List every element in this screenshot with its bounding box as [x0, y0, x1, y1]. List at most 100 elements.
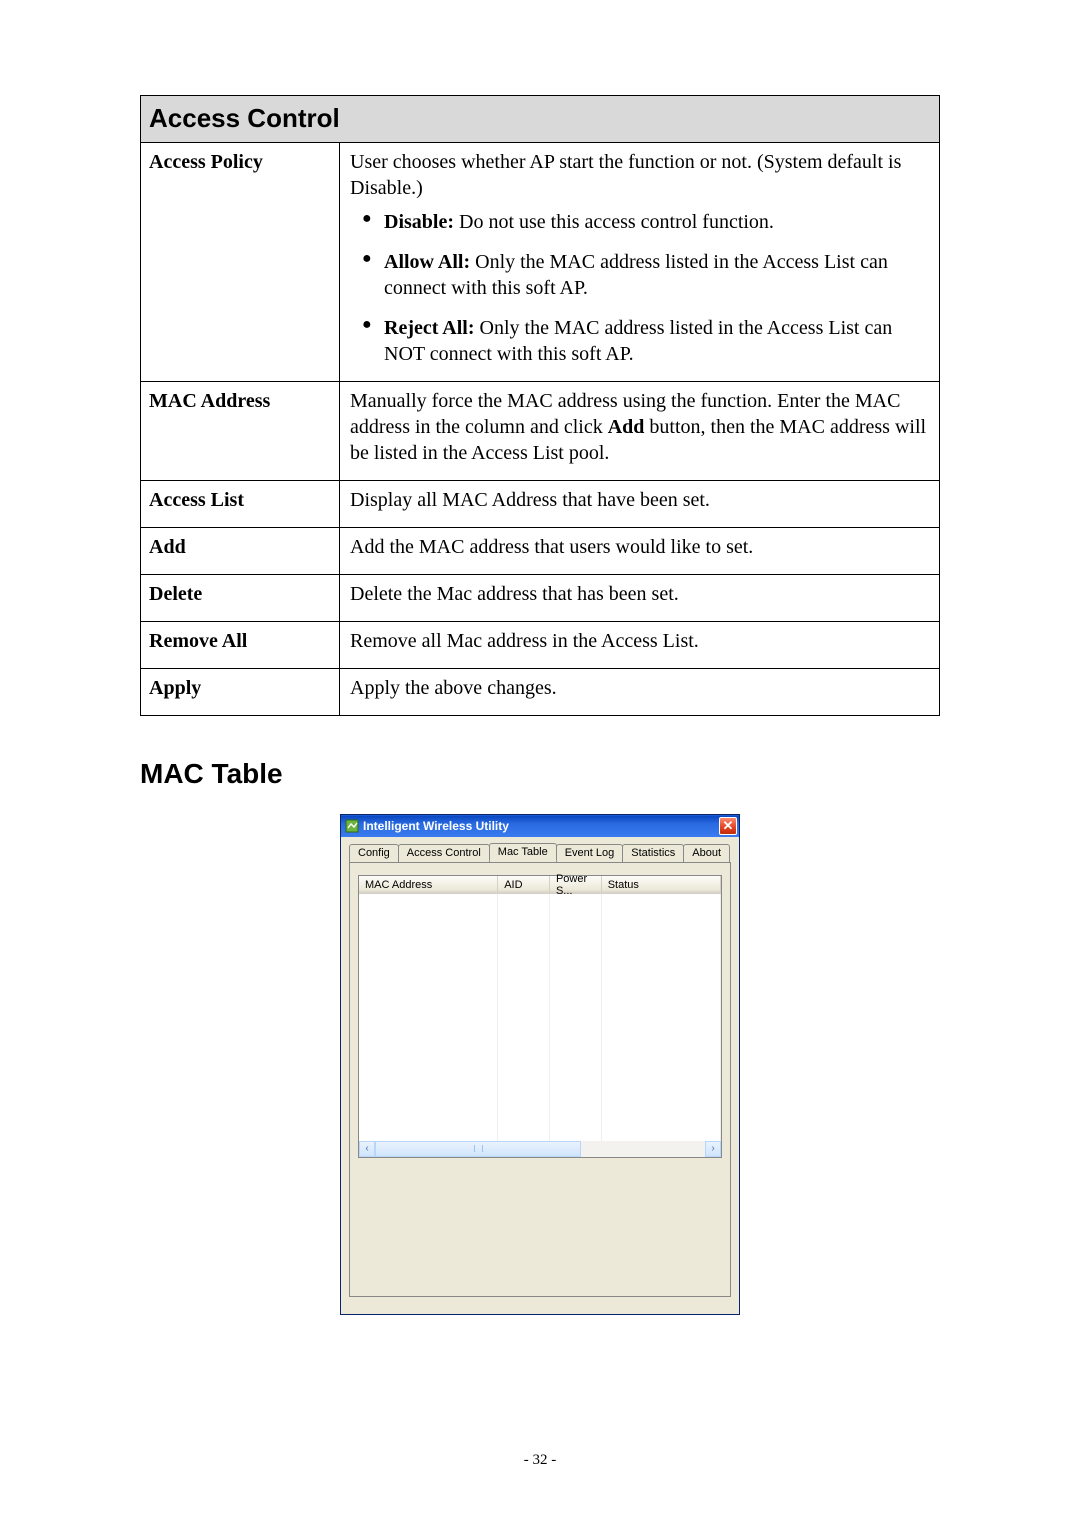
listview-row[interactable]: [359, 1050, 721, 1063]
row-desc-add: Add the MAC address that users would lik…: [340, 527, 940, 574]
tab-config[interactable]: Config: [349, 844, 399, 862]
listview-cell: [602, 985, 721, 998]
listview-row[interactable]: [359, 933, 721, 946]
close-icon: ✕: [723, 818, 734, 834]
listview-cell: [498, 1011, 550, 1024]
listview-row[interactable]: [359, 1076, 721, 1089]
window-titlebar[interactable]: Intelligent Wireless Utility ✕: [341, 815, 739, 837]
column-header-3[interactable]: Status: [602, 876, 721, 893]
row-desc-access-policy: User chooses whether AP start the functi…: [340, 142, 940, 381]
tab-bar: ConfigAccess ControlMac TableEvent LogSt…: [349, 843, 731, 861]
listview-cell: [602, 1024, 721, 1037]
column-header-0[interactable]: MAC Address: [359, 876, 498, 893]
bullet-reject-all: Reject All: Only the MAC address listed …: [384, 315, 929, 367]
chevron-left-icon: ‹: [365, 1143, 368, 1154]
tab-statistics[interactable]: Statistics: [622, 844, 684, 862]
listview-header[interactable]: MAC AddressAIDPower S...Status: [359, 876, 721, 894]
chevron-right-icon: ›: [711, 1143, 714, 1154]
thumb-grip-icon: [474, 1145, 483, 1152]
listview-row[interactable]: [359, 1037, 721, 1050]
listview-cell: [498, 959, 550, 972]
row-desc-delete: Delete the Mac address that has been set…: [340, 574, 940, 621]
listview-cell: [359, 1050, 498, 1063]
row-label-apply: Apply: [141, 668, 340, 715]
listview-row[interactable]: [359, 972, 721, 985]
listview-cell: [550, 1011, 602, 1024]
listview-cell: [602, 1128, 721, 1141]
listview-body: [359, 894, 721, 1141]
listview-cell: [550, 894, 602, 907]
row-desc-apply: Apply the above changes.: [340, 668, 940, 715]
listview-row[interactable]: [359, 946, 721, 959]
listview-cell: [602, 1063, 721, 1076]
row-desc-mac-address: Manually force the MAC address using the…: [340, 381, 940, 480]
access-policy-bullets: Disable: Do not use this access control …: [350, 209, 929, 367]
access-policy-intro: User chooses whether AP start the functi…: [350, 149, 929, 201]
listview-cell: [498, 1115, 550, 1128]
row-label-access-list: Access List: [141, 480, 340, 527]
listview-cell: [602, 959, 721, 972]
bullet-allow-all: Allow All: Only the MAC address listed i…: [384, 249, 929, 301]
listview-cell: [602, 1050, 721, 1063]
listview-row[interactable]: [359, 907, 721, 920]
listview-row[interactable]: [359, 1089, 721, 1102]
table-row: Apply Apply the above changes.: [141, 668, 940, 715]
scroll-left-button[interactable]: ‹: [359, 1141, 375, 1157]
tab-access-control[interactable]: Access Control: [398, 844, 490, 862]
mac-table-listview[interactable]: MAC AddressAIDPower S...Status ‹ ›: [358, 875, 722, 1158]
listview-cell: [359, 972, 498, 985]
access-control-table: Access Control Access Policy User choose…: [140, 95, 940, 716]
listview-row[interactable]: [359, 1102, 721, 1115]
listview-row[interactable]: [359, 1115, 721, 1128]
listview-cell: [550, 1063, 602, 1076]
table-row: MAC Address Manually force the MAC addre…: [141, 381, 940, 480]
tab-mac-table[interactable]: Mac Table: [489, 843, 557, 861]
listview-cell: [359, 1102, 498, 1115]
listview-cell: [550, 920, 602, 933]
listview-row[interactable]: [359, 959, 721, 972]
listview-cell: [550, 907, 602, 920]
column-header-2[interactable]: Power S...: [550, 876, 602, 893]
listview-cell: [359, 998, 498, 1011]
listview-cell: [359, 1076, 498, 1089]
panel-blank-space: [358, 1158, 722, 1288]
listview-cell: [359, 1063, 498, 1076]
wireless-utility-window: Intelligent Wireless Utility ✕ ConfigAcc…: [340, 814, 740, 1315]
listview-cell: [550, 1128, 602, 1141]
listview-cell: [602, 907, 721, 920]
listview-row[interactable]: [359, 1024, 721, 1037]
listview-row[interactable]: [359, 1128, 721, 1141]
bullet-bold: Disable:: [384, 211, 454, 233]
listview-cell: [498, 985, 550, 998]
listview-row[interactable]: [359, 894, 721, 907]
tab-event-log[interactable]: Event Log: [556, 844, 624, 862]
row-label-remove-all: Remove All: [141, 621, 340, 668]
listview-row[interactable]: [359, 985, 721, 998]
horizontal-scrollbar[interactable]: ‹ ›: [359, 1141, 721, 1157]
listview-cell: [498, 1063, 550, 1076]
bullet-disable: Disable: Do not use this access control …: [384, 209, 929, 235]
window-close-button[interactable]: ✕: [719, 817, 737, 835]
listview-row[interactable]: [359, 998, 721, 1011]
page-number: - 32 -: [0, 1452, 1080, 1469]
scroll-track[interactable]: [375, 1141, 705, 1157]
listview-cell: [498, 998, 550, 1011]
column-header-1[interactable]: AID: [498, 876, 550, 893]
app-icon: [345, 819, 359, 833]
listview-cell: [359, 1128, 498, 1141]
listview-row[interactable]: [359, 920, 721, 933]
listview-cell: [359, 946, 498, 959]
scroll-right-button[interactable]: ›: [705, 1141, 721, 1157]
listview-cell: [498, 1128, 550, 1141]
scroll-thumb[interactable]: [375, 1141, 581, 1157]
table-row: Access List Display all MAC Address that…: [141, 480, 940, 527]
listview-cell: [550, 1089, 602, 1102]
tab-about[interactable]: About: [683, 844, 730, 862]
listview-cell: [498, 1050, 550, 1063]
listview-row[interactable]: [359, 1063, 721, 1076]
listview-cell: [359, 1089, 498, 1102]
row-label-mac-address: MAC Address: [141, 381, 340, 480]
listview-cell: [498, 1037, 550, 1050]
listview-cell: [550, 985, 602, 998]
listview-row[interactable]: [359, 1011, 721, 1024]
